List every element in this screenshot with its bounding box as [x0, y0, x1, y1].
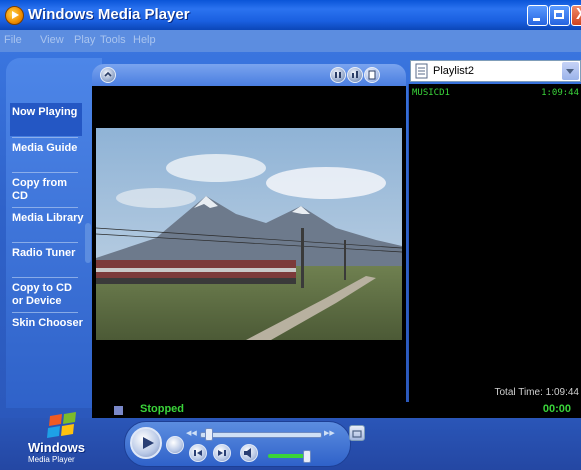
play-button[interactable] — [130, 427, 162, 459]
taskbar-divider — [12, 137, 78, 138]
close-icon: X — [576, 6, 581, 24]
taskbar-divider — [12, 312, 78, 313]
status-text: Stopped — [140, 403, 184, 415]
logo-subtext: Media Player — [28, 455, 75, 464]
next-button[interactable] — [213, 444, 231, 462]
shuffle-icon — [352, 430, 362, 438]
playlist-document-icon — [415, 63, 428, 79]
menu-view[interactable]: View — [40, 34, 64, 46]
chevron-down-icon[interactable] — [562, 62, 579, 80]
app-icon — [5, 6, 24, 25]
media-player-window: Windows Media Player X File View Play To… — [0, 0, 581, 470]
volume-slider[interactable] — [268, 454, 308, 458]
video-frame-image — [96, 128, 402, 340]
seek-forward-icon[interactable]: ▶▶ — [324, 429, 335, 437]
taskbar-item-copy-from-cd[interactable]: Copy from CD — [12, 177, 84, 203]
menu-tools[interactable]: Tools — [100, 34, 126, 46]
playlist-icon[interactable] — [364, 67, 380, 83]
stop-button[interactable] — [166, 436, 184, 454]
taskbar-divider — [12, 277, 78, 278]
menu-bar: File View Play Tools Help — [0, 30, 581, 52]
window-title: Windows Media Player — [28, 6, 190, 23]
taskbar-item-now-playing[interactable]: Now Playing — [12, 106, 84, 119]
menu-play[interactable]: Play — [74, 34, 95, 46]
taskbar-item-media-library[interactable]: Media Library — [12, 212, 84, 225]
seek-bar[interactable] — [200, 432, 322, 438]
mute-button[interactable] — [240, 444, 258, 462]
taskbar-divider — [12, 172, 78, 173]
playlist-select[interactable]: Playlist2 — [410, 60, 581, 82]
menu-file[interactable]: File — [4, 34, 22, 46]
stop-state-icon — [114, 406, 123, 415]
minimize-button[interactable] — [527, 5, 548, 26]
shuffle-visualization-icon[interactable] — [100, 67, 116, 83]
playlist-name: Playlist2 — [433, 65, 474, 77]
equalizer-icon[interactable] — [347, 67, 363, 83]
taskbar-item-media-guide[interactable]: Media Guide — [12, 142, 84, 155]
taskbar-divider — [12, 242, 78, 243]
menu-help[interactable]: Help — [133, 34, 156, 46]
taskbar-divider — [12, 207, 78, 208]
mute-icon — [244, 448, 251, 458]
taskbar-item-copy-to-cd[interactable]: Copy to CD or Device — [12, 282, 84, 308]
shuffle-button[interactable] — [349, 425, 365, 441]
close-button[interactable]: X — [571, 5, 581, 26]
previous-button[interactable] — [189, 444, 207, 462]
taskbar-item-radio-tuner[interactable]: Radio Tuner — [12, 247, 84, 260]
status-bar: Stopped 00:00 — [92, 402, 581, 418]
hide-taskbar-handle[interactable] — [85, 223, 91, 263]
title-bar[interactable]: Windows Media Player X — [0, 0, 581, 30]
playlist-pane: MUSICD1 1:09:44 Total Time: 1:09:44 — [408, 84, 581, 402]
taskbar-item-skin-chooser[interactable]: Skin Chooser — [12, 317, 84, 330]
playlist-total-time: Total Time: 1:09:44 — [494, 387, 580, 398]
playlist-item-duration: 1:09:44 — [541, 88, 579, 98]
maximize-button[interactable] — [549, 5, 570, 26]
seek-handle[interactable] — [205, 428, 213, 441]
visualization-icon[interactable] — [330, 67, 346, 83]
previous-icon — [194, 450, 202, 456]
elapsed-time: 00:00 — [542, 403, 571, 415]
seek-back-icon[interactable]: ◀◀ — [186, 429, 197, 437]
next-icon — [218, 450, 226, 456]
logo-text: Windows — [28, 440, 85, 455]
volume-handle[interactable] — [303, 450, 311, 463]
